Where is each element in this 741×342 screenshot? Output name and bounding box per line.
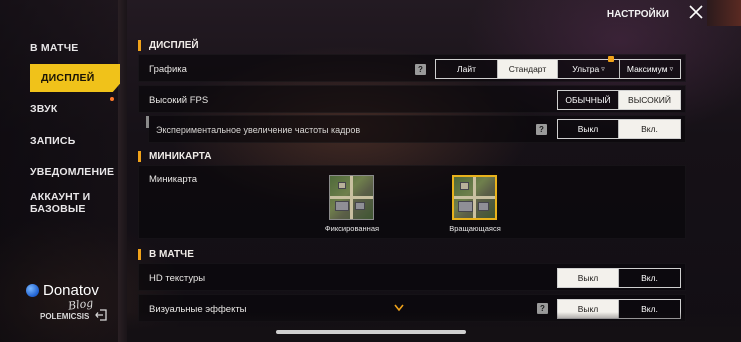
- experimental-fps-toggle: Выкл Вкл.: [557, 119, 681, 139]
- minimap-fixed-preview[interactable]: [329, 175, 374, 220]
- setting-row-hd-textures: HD текстуры Выкл Вкл.: [138, 263, 686, 291]
- scroll-down-icon[interactable]: [394, 304, 404, 312]
- section-title-in-match: В МАТЧЕ: [138, 249, 194, 260]
- home-indicator[interactable]: [276, 330, 466, 334]
- sidebar-item-notifications[interactable]: УВЕДОМЛЕНИЕ: [30, 166, 120, 178]
- graphics-option-ultra-label: Ультра: [572, 64, 600, 74]
- scroll-fade: [127, 312, 741, 342]
- minimap-rotating-preview[interactable]: [452, 175, 497, 220]
- section-title-minimap: МИНИКАРТА: [138, 151, 212, 162]
- high-fps-option-normal[interactable]: ОБЫЧНЫЙ: [558, 91, 619, 109]
- graphics-label: Графика: [149, 64, 187, 75]
- username: POLEMICSIS: [40, 312, 90, 321]
- flame-icon: [608, 56, 614, 62]
- sidebar-item-account[interactable]: АККАУНТ И БАЗОВЫЕ: [30, 191, 120, 215]
- notification-dot: [110, 97, 114, 101]
- page-title: НАСТРОЙКИ: [606, 9, 669, 20]
- high-fps-selector: ОБЫЧНЫЙ ВЫСОКИЙ: [557, 90, 681, 110]
- corner-accent: [707, 0, 741, 26]
- sub-setting-marker: [146, 116, 149, 128]
- minimap-label: Миникарта: [149, 174, 198, 185]
- sidebar-item-in-match[interactable]: В МАТЧЕ: [30, 42, 120, 54]
- setting-row-experimental-fps: Экспериментальное увеличение частоты кад…: [146, 115, 686, 143]
- close-icon: [689, 5, 703, 19]
- chevron-down-icon: ▿: [669, 66, 674, 73]
- graphics-option-standard[interactable]: Стандарт: [498, 60, 558, 78]
- hd-textures-label: HD текстуры: [149, 273, 206, 284]
- experimental-fps-label: Экспериментальное увеличение частоты кад…: [156, 125, 361, 135]
- graphics-option-max-label: Максимум: [626, 64, 668, 74]
- help-icon[interactable]: ?: [536, 124, 547, 135]
- setting-row-graphics: Графика ? Лайт Стандарт Ультра ▿ Максиму…: [138, 54, 686, 82]
- setting-row-minimap: Миникарта Фиксированная Вращающаяся: [138, 165, 686, 239]
- watermark-dot-icon: [26, 284, 39, 297]
- hd-textures-toggle: Выкл Вкл.: [557, 268, 681, 288]
- high-fps-label: Высокий FPS: [149, 95, 209, 106]
- experimental-fps-option-on[interactable]: Вкл.: [619, 120, 680, 138]
- sidebar-item-recording[interactable]: ЗАПИСЬ: [30, 135, 120, 147]
- minimap-rotating-label: Вращающаяся: [449, 224, 501, 233]
- hd-textures-option-off[interactable]: Выкл: [558, 269, 619, 287]
- logout-icon[interactable]: [95, 309, 107, 321]
- minimap-fixed-label: Фиксированная: [324, 224, 380, 233]
- graphics-option-lite[interactable]: Лайт: [436, 60, 498, 78]
- sidebar-item-sound[interactable]: ЗВУК: [30, 103, 120, 115]
- chevron-down-icon: ▿: [601, 66, 605, 73]
- graphics-option-max[interactable]: Максимум ▿: [620, 60, 680, 78]
- high-fps-option-high[interactable]: ВЫСОКИЙ: [619, 91, 680, 109]
- hd-textures-option-on[interactable]: Вкл.: [619, 269, 680, 287]
- graphics-option-ultra[interactable]: Ультра ▿: [558, 56, 620, 78]
- setting-row-high-fps: Высокий FPS ОБЫЧНЫЙ ВЫСОКИЙ: [138, 85, 686, 113]
- help-icon[interactable]: ?: [415, 64, 426, 75]
- graphics-selector: Лайт Стандарт Ультра ▿ Максимум ▿: [435, 56, 681, 79]
- experimental-fps-option-off[interactable]: Выкл: [558, 120, 619, 138]
- section-title-display: ДИСПЛЕЙ: [138, 40, 199, 51]
- close-button[interactable]: [685, 2, 707, 22]
- sidebar-item-display[interactable]: ДИСПЛЕЙ: [30, 64, 120, 92]
